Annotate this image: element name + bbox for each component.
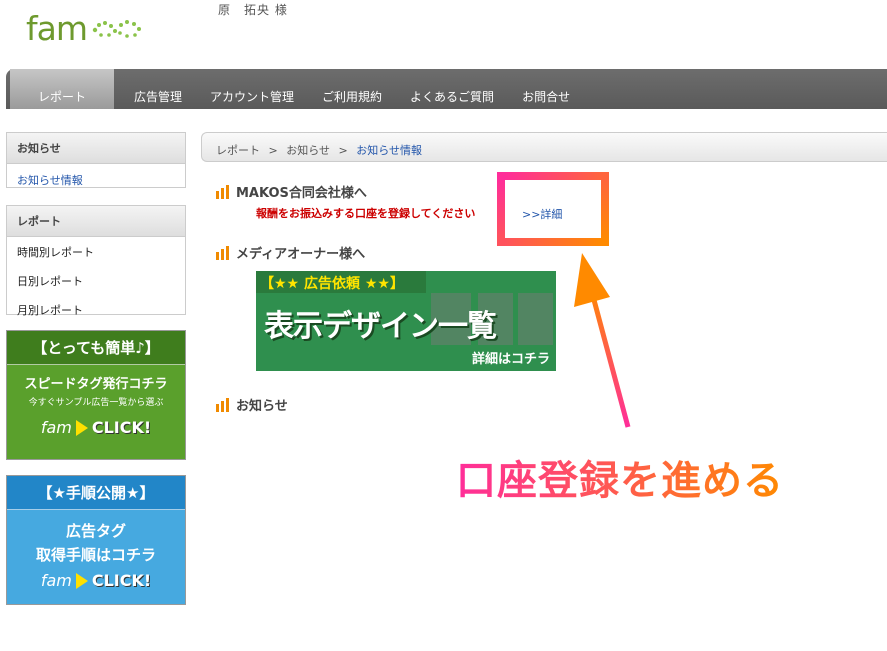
click-label: CLICK!: [91, 571, 152, 590]
nav-tab-terms[interactable]: ご利用規約: [308, 69, 396, 109]
tag-guide-banner-line1: 広告タグ: [65, 522, 126, 540]
nav-tab-faq[interactable]: よくあるご質問: [396, 69, 508, 109]
breadcrumb-separator: >: [268, 144, 278, 157]
banner-photo: [518, 293, 553, 345]
section-news-heading: お知らせ: [216, 395, 288, 414]
breadcrumb-item-report[interactable]: レポート: [216, 144, 260, 157]
nav-tab-account[interactable]: アカウント管理: [196, 69, 308, 109]
sidebar-item-hourly-report[interactable]: 時間別レポート: [7, 237, 185, 266]
design-list-banner[interactable]: 【★★ 広告依頼 ★★】 表示デザイン一覧 詳細はコチラ: [256, 271, 556, 371]
breadcrumb-item-news[interactable]: お知らせ: [286, 144, 330, 157]
click-label: CLICK!: [91, 418, 152, 437]
famoo-logo[interactable]: fam: [26, 6, 145, 50]
annotation-arrow-icon: [574, 253, 631, 428]
annotation-text: 口座登録を進める: [456, 448, 784, 506]
sidebar-news-heading: お知らせ: [7, 133, 185, 164]
heading-bars-icon: [216, 245, 229, 260]
sidebar-reports-box: レポート 時間別レポート 日別レポート 月別レポート: [6, 205, 186, 317]
nav-tab-contact[interactable]: お問合せ: [508, 69, 584, 109]
tag-guide-banner-title: 【★手順公開★】: [7, 476, 185, 510]
speed-tag-banner[interactable]: 【とっても簡単♪】 スピードタグ発行コチラ 今すぐサンプル広告一覧から選ぶ fa…: [6, 330, 186, 460]
sidebar-news-box: お知らせ お知らせ情報: [6, 132, 186, 188]
logo-infinity-icon: [89, 16, 145, 40]
bank-account-notice: 報酬をお振込みする口座を登録してください: [256, 207, 476, 220]
section-media-heading: メディアオーナー様へ: [216, 243, 365, 262]
banner-logo: fam: [40, 571, 72, 590]
banner-logo: fam: [40, 418, 72, 437]
nav-tab-report[interactable]: レポート: [10, 69, 114, 109]
banner-ad-request-label: 【★★ 広告依頼 ★★】: [256, 271, 426, 293]
nav-tab-ad-management[interactable]: 広告管理: [120, 69, 196, 109]
logo-text: fam: [26, 8, 88, 48]
annotation-highlight-box: [497, 172, 609, 246]
speed-tag-banner-line1: スピードタグ発行コチラ: [24, 377, 168, 392]
sidebar-reports-heading: レポート: [7, 206, 185, 237]
breadcrumb: レポート > お知らせ > お知らせ情報: [201, 132, 887, 162]
tag-guide-click-row: fam CLICK!: [7, 571, 185, 590]
tag-guide-banner[interactable]: 【★手順公開★】 広告タグ 取得手順はコチラ fam CLICK!: [6, 475, 186, 605]
speed-tag-banner-title: 【とっても簡単♪】: [7, 331, 185, 365]
heading-bars-icon: [216, 397, 229, 412]
speed-tag-click-row: fam CLICK!: [7, 418, 185, 437]
speed-tag-banner-line2: 今すぐサンプル広告一覧から選ぶ: [28, 398, 164, 408]
section-news-title: お知らせ: [236, 399, 288, 414]
section-makos-heading: MAKOS合同会社様へ: [216, 182, 367, 201]
arrow-right-icon: [75, 572, 88, 589]
banner-detail-text: 詳細はコチラ: [471, 352, 550, 367]
section-media-title: メディアオーナー様へ: [236, 247, 366, 262]
breadcrumb-separator: >: [338, 144, 348, 157]
sidebar-news-link[interactable]: お知らせ情報: [7, 164, 185, 196]
main-nav: レポート 広告管理 アカウント管理 ご利用規約 よくあるご質問 お問合せ: [6, 69, 887, 109]
tag-guide-banner-line2: 取得手順はコチラ: [35, 546, 156, 564]
banner-main-text: 表示デザイン一覧: [264, 309, 497, 344]
sidebar-item-monthly-report[interactable]: 月別レポート: [7, 295, 185, 324]
breadcrumb-current: お知らせ情報: [356, 144, 422, 157]
heading-bars-icon: [216, 184, 229, 199]
user-name: 原 拓央 様: [218, 3, 288, 17]
sidebar-item-daily-report[interactable]: 日別レポート: [7, 266, 185, 295]
section-makos-title: MAKOS合同会社様へ: [236, 186, 367, 201]
arrow-right-icon: [75, 419, 88, 436]
